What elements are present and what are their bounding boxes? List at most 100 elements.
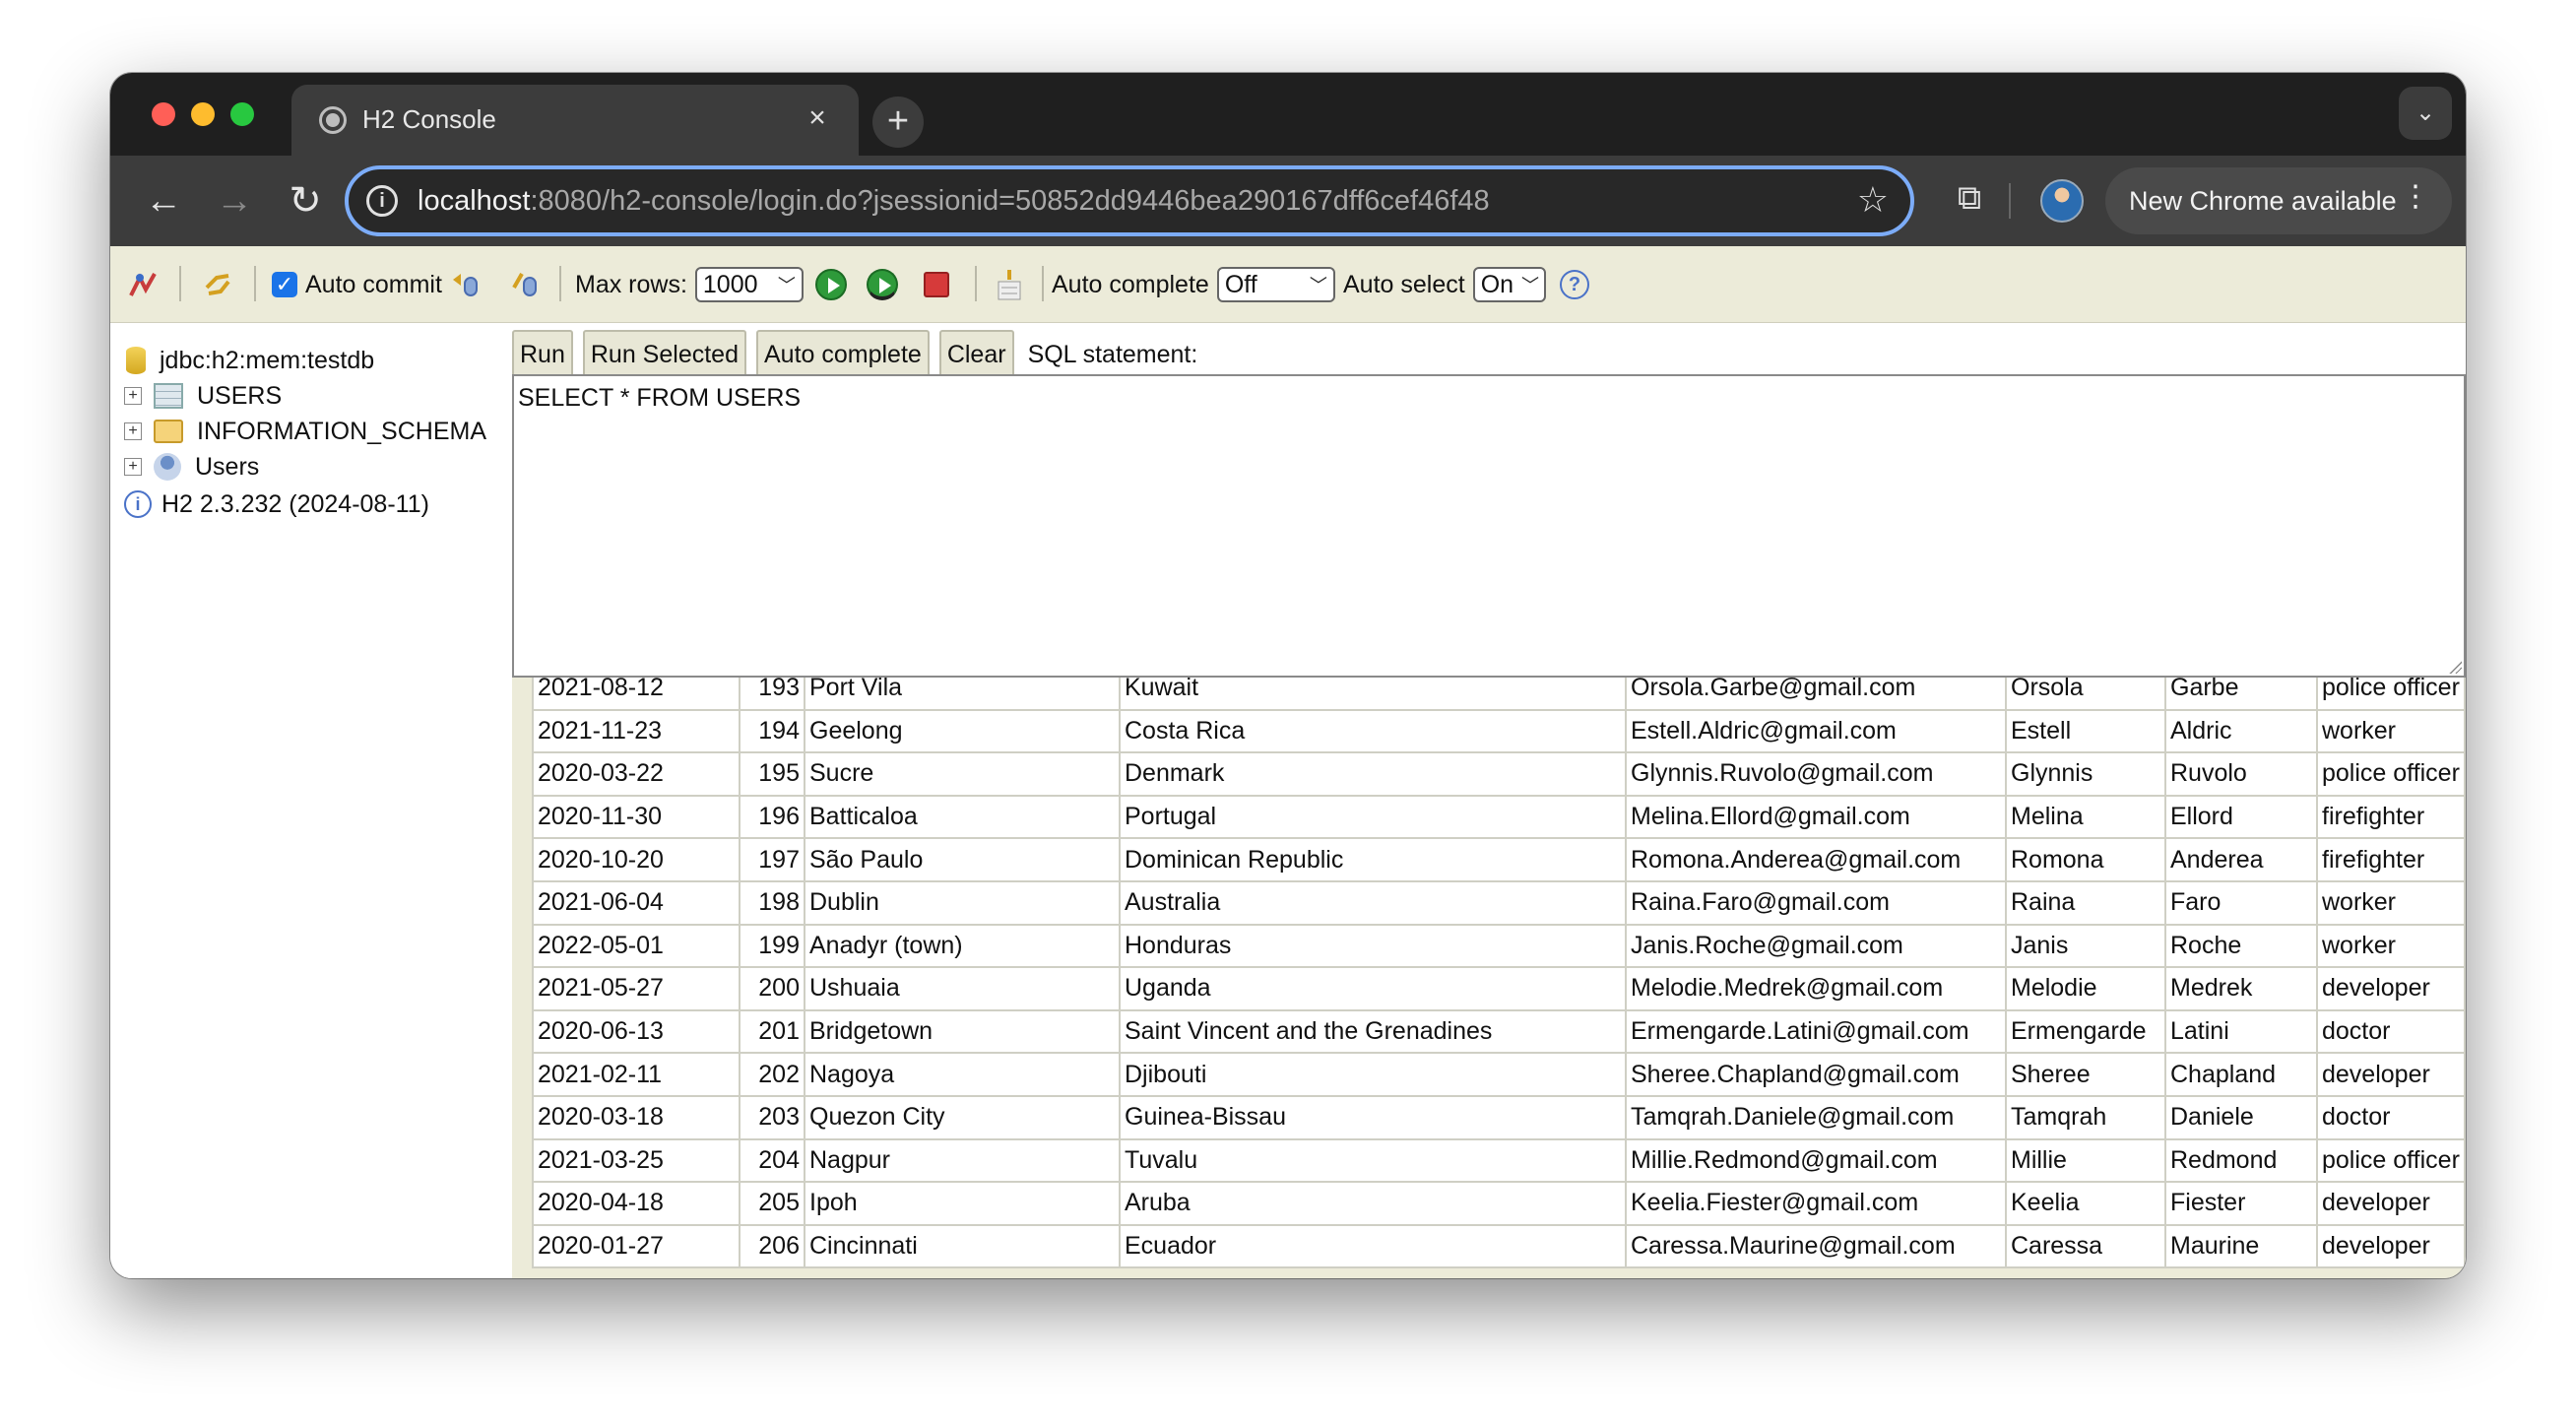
profile-avatar[interactable] xyxy=(2040,179,2084,223)
results-panel[interactable]: 2021-08-12 193 Port Vila Kuwait Orsola.Garbe… xyxy=(512,678,2466,1278)
cell-country: Guinea-Bissau xyxy=(1119,1094,1627,1140)
cell-city: São Paulo xyxy=(804,837,1121,882)
table-row[interactable]: 2020-01-27 206 Cincinnati Ecuador Caressa.Ma… xyxy=(532,1223,2466,1269)
resize-handle-icon[interactable] xyxy=(2448,660,2462,674)
new-chrome-available-button[interactable]: New Chrome available ⋮ xyxy=(2105,167,2452,234)
help-icon[interactable]: ? xyxy=(1560,270,1589,299)
stop-icon[interactable] xyxy=(924,246,949,323)
table-row[interactable]: 2021-11-23 194 Geelong Costa Rica Estell.Ald… xyxy=(532,708,2466,754)
cell-country: Ecuador xyxy=(1119,1223,1627,1269)
table-row[interactable]: 2020-11-30 196 Batticaloa Portugal Melina.El… xyxy=(532,794,2466,840)
cell-city: Anadyr (town) xyxy=(804,923,1121,969)
table-row[interactable]: 2021-03-25 204 Nagpur Tuvalu Millie.Redmond@… xyxy=(532,1137,2466,1184)
cell-occupation: developer xyxy=(2316,966,2466,1011)
address-bar[interactable]: i localhost:8080/h2-console/login.do?jse… xyxy=(345,165,1914,236)
forward-arrow-icon[interactable]: → xyxy=(209,175,260,227)
run-selected-icon[interactable] xyxy=(867,246,898,323)
commit-icon[interactable] xyxy=(508,246,542,323)
table-row[interactable]: 2020-03-22 195 Sucre Denmark Glynnis.Ruvolo@… xyxy=(532,751,2466,797)
minimize-window-button[interactable] xyxy=(191,102,215,126)
cell-city: Batticaloa xyxy=(804,794,1121,840)
tree-connection[interactable]: jdbc:h2:mem:testdb xyxy=(126,343,374,378)
cell-email: Romona.Anderea@gmail.com xyxy=(1625,837,2007,882)
cell-email: Ermengarde.Latini@gmail.com xyxy=(1625,1008,2007,1055)
cell-country: Dominican Republic xyxy=(1119,837,1627,882)
rollback-icon[interactable] xyxy=(449,246,483,323)
run-selected-button[interactable]: Run Selected xyxy=(582,330,746,379)
cell-last-name: Faro xyxy=(2164,879,2318,926)
cell-occupation: police officer xyxy=(2316,751,2466,797)
table-row[interactable]: 2021-05-27 200 Ushuaia Uganda Melodie.Medrek… xyxy=(532,966,2466,1011)
table-row[interactable]: 2021-08-12 193 Port Vila Kuwait Orsola.Garbe… xyxy=(532,678,2466,711)
table-row[interactable]: 2020-10-20 197 São Paulo Dominican Republic… xyxy=(532,837,2466,882)
new-tab-button[interactable]: + xyxy=(872,97,924,148)
table-row[interactable]: 2020-03-18 203 Quezon City Guinea-Bissau Tam… xyxy=(532,1094,2466,1140)
cell-occupation: worker xyxy=(2316,923,2466,969)
cell-last-name: Maurine xyxy=(2164,1223,2318,1269)
cell-city: Geelong xyxy=(804,708,1121,754)
cell-occupation: worker xyxy=(2316,708,2466,754)
cell-country: Australia xyxy=(1119,879,1627,926)
max-rows-select[interactable]: 1000 ﹀ xyxy=(694,267,804,302)
cell-country: Honduras xyxy=(1119,923,1627,969)
cell-first-name: Keelia xyxy=(2005,1181,2166,1226)
help-button[interactable]: ? xyxy=(1560,246,1589,323)
sql-editor[interactable]: SELECT * FROM USERS xyxy=(512,374,2466,678)
cell-email: Tamqrah.Daniele@gmail.com xyxy=(1625,1094,2007,1140)
tree-item-users-table[interactable]: + USERS xyxy=(124,378,282,414)
url-path: :8080/h2-console/login.do?jsessionid=508… xyxy=(530,185,1490,217)
run-button[interactable]: Run xyxy=(512,330,573,379)
schema-tree: jdbc:h2:mem:testdb + USERS + INFORMATION… xyxy=(110,323,512,1278)
tab-h2-console[interactable]: H2 Console × xyxy=(291,85,859,156)
cell-country: Portugal xyxy=(1119,794,1627,840)
cell-date: 2020-03-22 xyxy=(532,751,741,797)
cell-email: Millie.Redmond@gmail.com xyxy=(1625,1137,2007,1184)
cell-date: 2020-06-13 xyxy=(532,1008,741,1055)
auto-commit-checkbox[interactable]: ✓ Auto commit xyxy=(272,246,442,323)
cell-country: Kuwait xyxy=(1119,678,1627,711)
table-row[interactable]: 2022-05-01 199 Anadyr (town) Honduras Janis.… xyxy=(532,923,2466,969)
cell-country: Aruba xyxy=(1119,1181,1627,1226)
close-window-button[interactable] xyxy=(152,102,175,126)
url-text[interactable]: localhost:8080/h2-console/login.do?jsess… xyxy=(418,185,1490,218)
more-menu-icon[interactable]: ⋮ xyxy=(2401,179,2430,214)
refresh-icon[interactable] xyxy=(201,246,234,323)
maximize-window-button[interactable] xyxy=(230,102,254,126)
auto-complete-select[interactable]: Off ﹀ xyxy=(1216,267,1335,302)
extensions-icon[interactable]: ⧉ xyxy=(1950,179,1989,223)
clear-button[interactable]: Clear xyxy=(938,330,1014,379)
run-icon[interactable] xyxy=(815,246,847,323)
expand-icon[interactable]: + xyxy=(124,387,142,405)
checkbox-checked-icon[interactable]: ✓ xyxy=(272,272,297,297)
disconnect-icon[interactable] xyxy=(126,246,160,323)
cell-city: Cincinnati xyxy=(804,1223,1121,1269)
site-info-icon[interactable]: i xyxy=(366,185,398,217)
cell-date: 2021-03-25 xyxy=(532,1137,741,1184)
cell-last-name: Garbe xyxy=(2164,678,2318,711)
auto-select-select[interactable]: On ﹀ xyxy=(1472,267,1546,302)
auto-complete-button[interactable]: Auto complete xyxy=(755,330,930,379)
tab-search-button[interactable]: ⌄ xyxy=(2399,87,2452,140)
table-row[interactable]: 2021-02-11 202 Nagoya Djibouti Sheree.Chapla… xyxy=(532,1052,2466,1097)
cell-last-name: Medrek xyxy=(2164,966,2318,1011)
tab-close-icon[interactable]: × xyxy=(798,98,837,138)
history-icon[interactable] xyxy=(995,246,1024,323)
tree-item-users[interactable]: + Users xyxy=(124,449,259,485)
cell-date: 2021-06-04 xyxy=(532,879,741,926)
table-row[interactable]: 2021-06-04 198 Dublin Australia Raina.Faro@g… xyxy=(532,879,2466,926)
cell-first-name: Melina xyxy=(2005,794,2166,840)
cell-country: Saint Vincent and the Grenadines xyxy=(1119,1008,1627,1055)
cell-country: Tuvalu xyxy=(1119,1137,1627,1184)
expand-icon[interactable]: + xyxy=(124,422,142,440)
bookmark-star-icon[interactable]: ☆ xyxy=(1857,179,1889,221)
back-arrow-icon[interactable]: ← xyxy=(138,175,189,227)
expand-icon[interactable]: + xyxy=(124,458,142,476)
cell-first-name: Romona xyxy=(2005,837,2166,882)
cell-city: Ushuaia xyxy=(804,966,1121,1011)
reload-icon[interactable]: ↻ xyxy=(280,175,331,227)
table-row[interactable]: 2020-04-18 205 Ipoh Aruba Keelia.Fiester@gma… xyxy=(532,1181,2466,1226)
tree-item-information-schema[interactable]: + INFORMATION_SCHEMA xyxy=(124,414,486,449)
sql-text[interactable]: SELECT * FROM USERS xyxy=(518,384,801,412)
auto-complete-control: Auto complete Off ﹀ xyxy=(1052,246,1335,323)
table-row[interactable]: 2020-06-13 201 Bridgetown Saint Vincent and… xyxy=(532,1008,2466,1055)
